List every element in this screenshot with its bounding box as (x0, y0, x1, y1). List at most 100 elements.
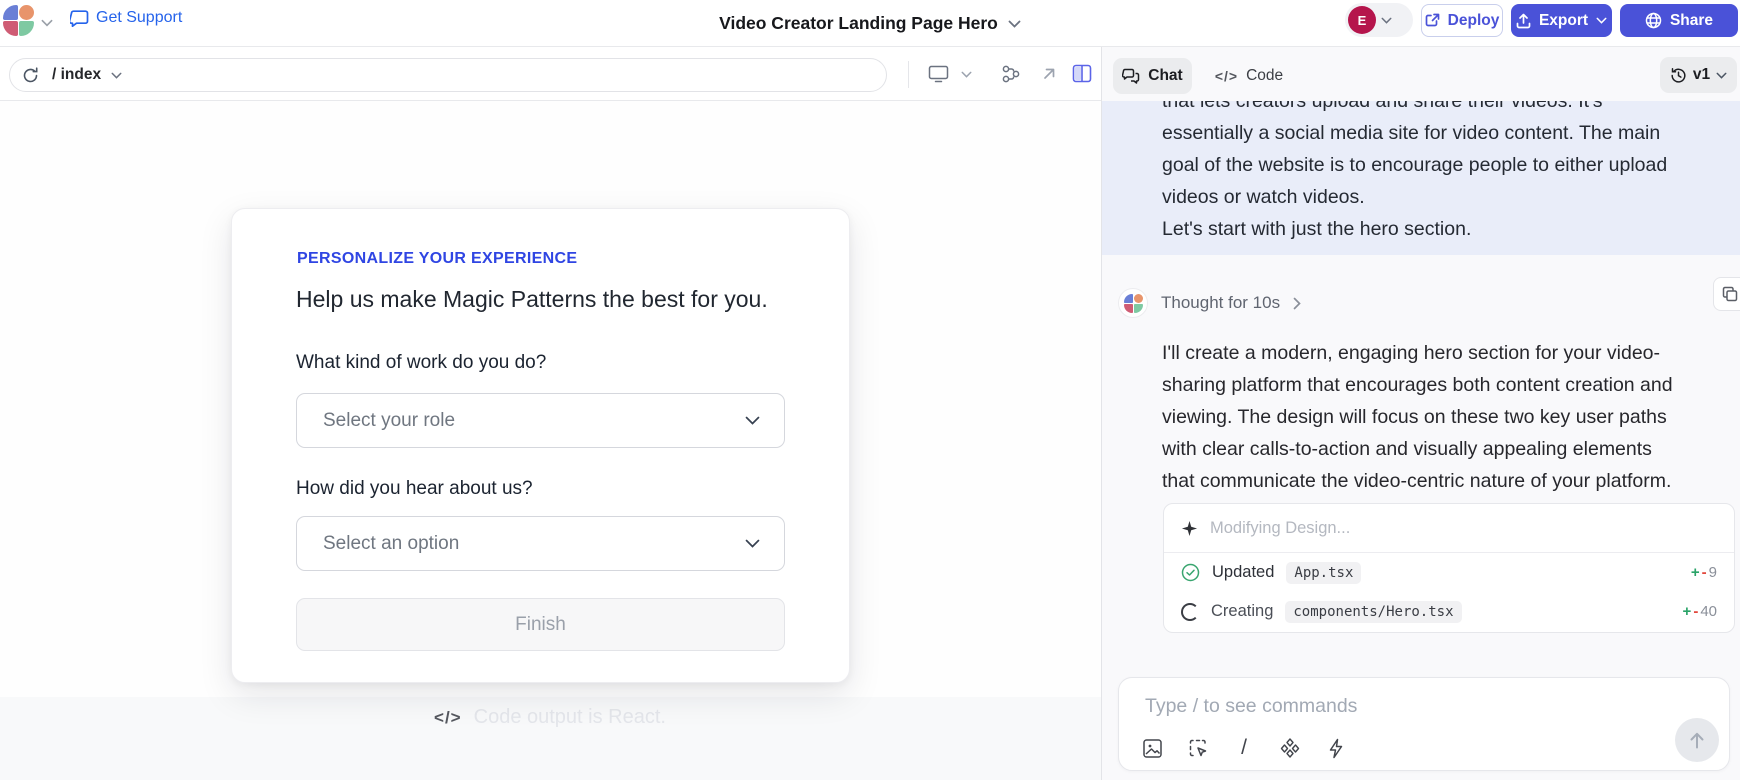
logo-shape (1134, 294, 1143, 303)
attach-image-button[interactable] (1139, 735, 1165, 761)
chevron-down-icon (745, 416, 760, 425)
user-message-bubble: that lets creators upload and share thei… (1102, 101, 1740, 255)
copy-message-button[interactable] (1713, 277, 1740, 311)
task-file-row[interactable]: Updated App.tsx + - 9 (1164, 553, 1734, 592)
sparkle-icon (1181, 520, 1198, 537)
chat-bubble-icon (70, 10, 89, 27)
monitor-icon (928, 65, 949, 83)
version-selector[interactable]: v1 (1660, 57, 1737, 93)
account-menu[interactable]: E (1345, 3, 1413, 37)
external-link-icon (1425, 13, 1440, 28)
tab-code[interactable]: </> Code (1205, 58, 1293, 94)
logo-shape (3, 21, 18, 36)
get-support-button[interactable]: Get Support (70, 9, 182, 27)
preview-address-bar[interactable]: / index (9, 58, 887, 92)
diff-counts: + - 9 (1691, 564, 1717, 581)
project-title[interactable]: Video Creator Landing Page Hero (719, 13, 998, 34)
logo-shape (1124, 304, 1133, 313)
panel-divider (1101, 47, 1102, 780)
component-flow-icon (1001, 64, 1021, 84)
avatar: E (1348, 6, 1376, 34)
task-status-label: Modifying Design... (1210, 519, 1350, 538)
deploy-button[interactable]: Deploy (1421, 4, 1503, 37)
split-panel-icon (1072, 64, 1092, 83)
device-preview-button[interactable] (928, 65, 949, 83)
toggle-split-panel-button[interactable] (1072, 64, 1092, 83)
task-status-row: Modifying Design... (1164, 504, 1734, 553)
toolbar-separator (908, 61, 909, 88)
export-button[interactable]: Export (1511, 4, 1612, 37)
chat-bubbles-icon (1122, 68, 1140, 84)
send-button[interactable] (1675, 718, 1719, 762)
select-cursor-icon (1188, 738, 1209, 759)
refresh-icon[interactable] (22, 67, 39, 84)
app-header: Video Creator Landing Page Hero Get Supp… (0, 0, 1740, 47)
magic-patterns-logo[interactable] (3, 5, 34, 36)
diamond-cluster-icon (1279, 737, 1301, 759)
check-circle-icon (1181, 563, 1200, 582)
quick-actions-button[interactable] (1323, 735, 1349, 761)
logo-shape (3, 5, 18, 20)
code-icon: </> (434, 708, 462, 728)
chevron-down-icon[interactable] (1008, 20, 1021, 28)
file-chip: App.tsx (1286, 562, 1361, 584)
chat-scroll-area[interactable]: that lets creators upload and share thei… (1102, 101, 1740, 780)
modal-heading: Help us make Magic Patterns the best for… (296, 286, 768, 313)
preview-empty-state: </> Code output is React. (330, 706, 770, 729)
workspace-chevron-down-icon[interactable] (41, 19, 53, 27)
chevron-down-icon (1596, 17, 1607, 24)
arrow-up-right-icon (1040, 65, 1058, 83)
modal-eyebrow: PERSONALIZE YOUR EXPERIENCE (297, 250, 577, 268)
open-in-new-window-button[interactable] (1040, 65, 1058, 83)
code-icon: </> (1215, 68, 1238, 84)
copy-icon (1722, 286, 1738, 302)
share-button[interactable]: Share (1620, 4, 1738, 37)
select-element-button[interactable] (1185, 735, 1211, 761)
chevron-down-icon (745, 539, 760, 548)
lightning-icon (1328, 738, 1344, 759)
chevron-right-icon (1293, 297, 1301, 310)
finish-button[interactable]: Finish (296, 598, 785, 651)
history-icon (1670, 67, 1687, 84)
chat-input-box[interactable]: / (1118, 677, 1730, 771)
chat-input[interactable] (1145, 690, 1565, 722)
role-select[interactable]: Select your role (296, 393, 785, 448)
user-message-text: that lets creators upload and share thei… (1162, 101, 1667, 245)
thought-toggle[interactable]: Thought for 10s (1118, 288, 1301, 318)
slash-command-button[interactable]: / (1231, 735, 1257, 761)
chevron-down-icon (1381, 17, 1392, 24)
upload-icon (1516, 13, 1531, 29)
diff-counts: + - 40 (1683, 603, 1717, 620)
app-root: </> Code output is React. Video Creator … (0, 0, 1740, 780)
hear-about-select-value: Select an option (323, 533, 459, 555)
hear-about-select[interactable]: Select an option (296, 516, 785, 571)
export-label: Export (1539, 12, 1588, 30)
task-file-row[interactable]: Creating components/Hero.tsx + - 40 (1164, 592, 1734, 631)
get-support-label: Get Support (96, 9, 182, 27)
tab-chat[interactable]: Chat (1113, 58, 1192, 94)
device-chevron-down-icon[interactable] (961, 71, 972, 78)
diff-count: 9 (1709, 564, 1717, 581)
assistant-message-text: I'll create a modern, engaging hero sect… (1162, 337, 1673, 497)
assistant-avatar (1118, 288, 1148, 318)
tab-chat-label: Chat (1148, 67, 1182, 85)
tab-code-label: Code (1246, 67, 1283, 85)
components-button[interactable] (1277, 735, 1303, 761)
task-card: Modifying Design... Updated App.tsx + - … (1163, 503, 1735, 633)
component-flow-button[interactable] (1001, 64, 1021, 84)
task-action-label: Creating (1211, 602, 1273, 621)
diff-count: 40 (1700, 603, 1717, 620)
logo-shape (1124, 294, 1133, 303)
logo-shape (19, 21, 34, 36)
chat-input-toolbar: / (1139, 735, 1349, 761)
preview-empty-text: Code output is React. (474, 706, 666, 729)
task-action-label: Updated (1212, 563, 1274, 582)
deploy-label: Deploy (1448, 12, 1500, 30)
diff-plus: + (1691, 564, 1700, 581)
thought-label: Thought for 10s (1161, 293, 1280, 313)
image-icon (1142, 738, 1163, 759)
file-chip: components/Hero.tsx (1285, 601, 1461, 623)
preview-path: / index (52, 66, 101, 84)
path-chevron-down-icon[interactable] (111, 72, 122, 79)
preview-toolbar: / index (0, 47, 1101, 101)
